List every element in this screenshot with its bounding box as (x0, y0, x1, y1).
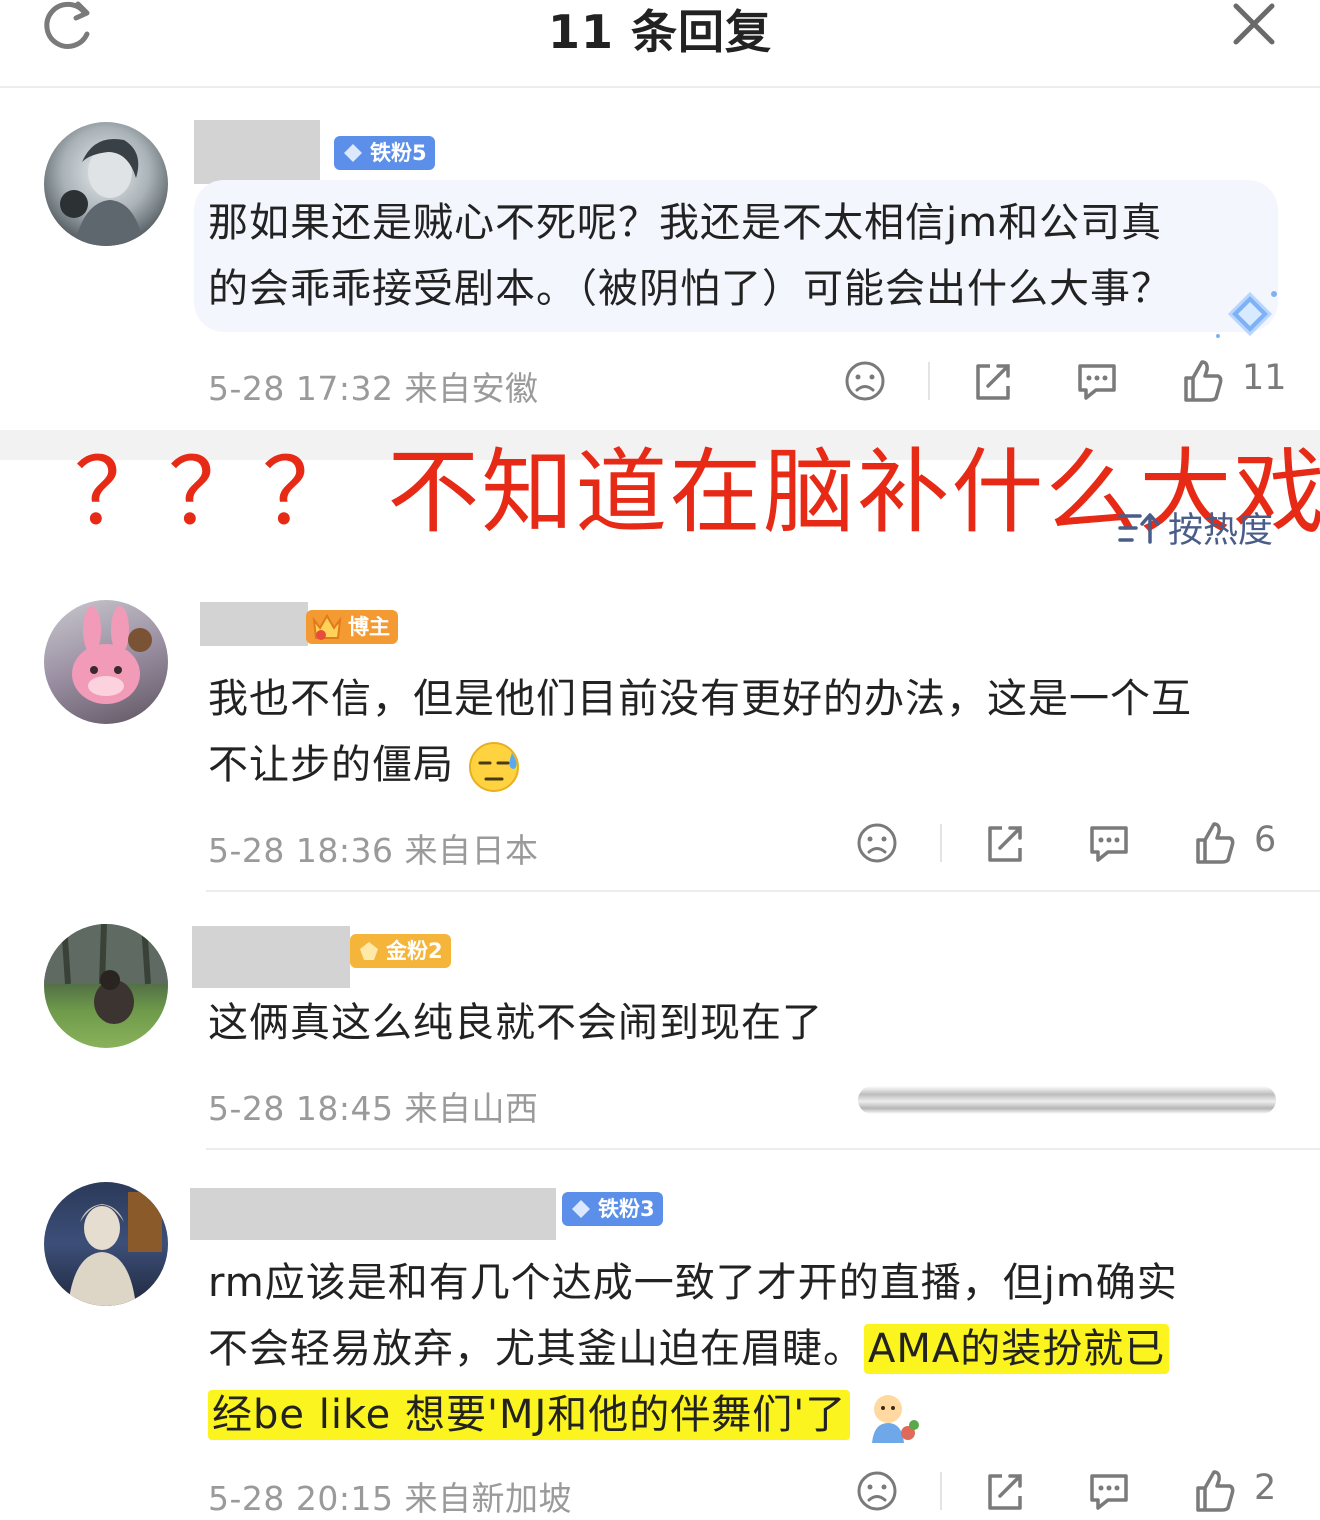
avatar[interactable] (44, 122, 168, 246)
comment-icon[interactable] (1086, 820, 1132, 866)
avatar-statue-icon (68, 1192, 162, 1306)
comment-icon[interactable] (1074, 358, 1120, 404)
comment-actions: 2 (0, 1468, 1320, 1520)
blurred-actions (858, 1086, 1276, 1114)
avatar-photo-icon (44, 924, 168, 1024)
share-icon[interactable] (982, 1468, 1028, 1514)
avatar-plush-icon (72, 606, 152, 704)
like-icon[interactable] (1180, 358, 1226, 404)
badge-label: 博主 (348, 615, 390, 639)
dislike-icon[interactable] (854, 820, 900, 866)
comment-text: 那如果还是贼心不死呢？我还是不太相信jm和公司真 的会乖乖接受剧本。（被阴怕了）… (208, 190, 1172, 322)
divider (206, 890, 1320, 892)
avatar[interactable] (44, 1182, 168, 1306)
sort-icon[interactable] (1118, 510, 1160, 546)
username-redacted[interactable] (190, 1188, 556, 1240)
avatar[interactable] (44, 600, 168, 724)
comment-actions: 6 (0, 820, 1320, 880)
dislike-icon[interactable] (854, 1468, 900, 1514)
badge-label: 铁粉5 (370, 141, 427, 165)
comment-text-line: rm应该是和有几个达成一致了才开的直播，但jm确实 (208, 1260, 1178, 1306)
sparkle-diamond-icon (1216, 291, 1277, 338)
comment-text-line: 那如果还是贼心不死呢？我还是不太相信jm和公司真 (208, 200, 1163, 246)
divider (206, 1148, 1320, 1150)
like-count: 6 (1254, 820, 1277, 860)
dislike-icon[interactable] (842, 358, 888, 404)
blogger-badge: 博主 (306, 610, 398, 644)
username-redacted[interactable] (200, 602, 308, 646)
avatar-illustration-icon (60, 138, 144, 246)
comment-text: 我也不信，但是他们目前没有更好的办法，这是一个互 不让步的僵局 (208, 666, 1192, 798)
comment-text-line: 这俩真这么纯良就不会闹到现在了 (208, 1000, 823, 1046)
comment-icon[interactable] (1086, 1468, 1132, 1514)
avatar[interactable] (44, 924, 168, 1048)
comment-text-line: 我也不信，但是他们目前没有更好的办法，这是一个互 (208, 676, 1192, 722)
comment-text-line: 不让步的僵局 (208, 742, 454, 788)
like-icon[interactable] (1192, 1468, 1238, 1514)
comment-actions: 11 (0, 358, 1320, 418)
comment-text: 这俩真这么纯良就不会闹到现在了 (208, 990, 823, 1056)
username-redacted[interactable] (192, 926, 350, 988)
like-icon[interactable] (1192, 820, 1238, 866)
separator (940, 1472, 942, 1510)
separator (940, 824, 942, 862)
comment-meta: 5-28 18:45 来自山西 (208, 1089, 539, 1128)
share-icon[interactable] (982, 820, 1028, 866)
header: 11 条回复 (0, 0, 1320, 88)
separator (928, 362, 930, 400)
highlighted-text: 经be like 想要'MJ和他的伴舞们'了 (208, 1390, 851, 1440)
diamond-icon (572, 1200, 590, 1218)
close-icon[interactable] (1230, 2, 1278, 46)
like-count: 11 (1242, 358, 1287, 398)
badge-label: 金粉2 (386, 939, 443, 963)
comment-text-line: 的会乖乖接受剧本。（被阴怕了）可能会出什么大事？ (208, 266, 1172, 312)
baby-emoji-icon (872, 1395, 920, 1443)
comment-text-line: 不会轻易放弃，尤其釜山迫在眉睫。 (208, 1326, 864, 1372)
pentagon-icon (360, 942, 378, 960)
comment-text: rm应该是和有几个达成一致了才开的直播，但jm确实 不会轻易放弃，尤其釜山迫在眉… (208, 1250, 1178, 1448)
sweat-emoji-icon (468, 742, 519, 792)
fan-badge: 铁粉3 (562, 1192, 663, 1226)
like-count: 2 (1254, 1468, 1277, 1508)
page-title: 11 条回复 (547, 5, 773, 59)
crown-icon (312, 614, 342, 640)
fan-badge: 金粉2 (350, 934, 451, 968)
diamond-icon (344, 144, 362, 162)
share-icon[interactable] (970, 358, 1016, 404)
badge-label: 铁粉3 (598, 1197, 655, 1221)
highlighted-text: AMA的装扮就已 (864, 1324, 1170, 1374)
username-redacted[interactable] (194, 120, 320, 184)
fan-badge: 铁粉5 (334, 136, 435, 170)
sort-by-hot[interactable]: 按热度 (1168, 502, 1273, 553)
